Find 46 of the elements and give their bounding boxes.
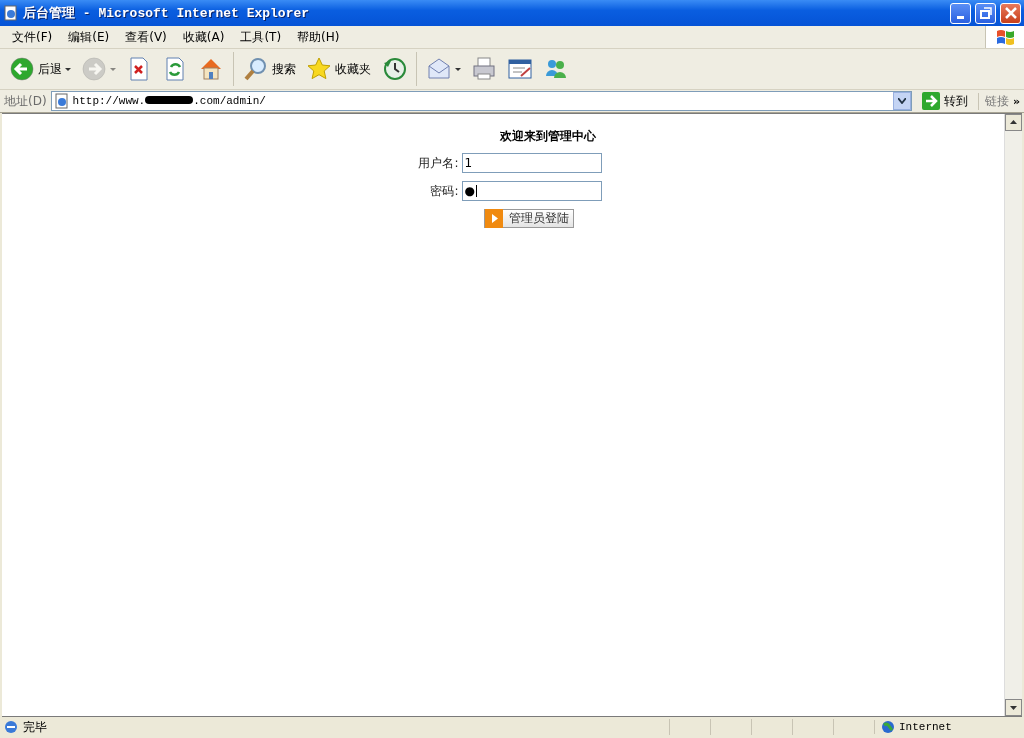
address-field[interactable]: http://www. .com/admin/ [50,91,912,111]
menu-item[interactable]: 查看(V) [117,28,175,46]
favorites-button[interactable]: 收藏夹 [303,54,374,84]
notepad-icon [507,56,533,82]
password-field[interactable]: ● [461,181,602,201]
menu-item[interactable]: 编辑(E) [60,28,118,46]
globe-icon [881,720,895,734]
zone-label: Internet [899,721,952,733]
go-button[interactable]: 转到 [915,92,974,110]
star-icon [306,56,332,82]
scroll-up-icon[interactable] [1005,114,1022,131]
field-label: 密码: [429,182,459,200]
clock-icon [381,56,407,82]
field-label: 用户名: [417,154,459,172]
page-icon [53,93,70,109]
more-chevron[interactable]: » [1012,94,1020,108]
search-button[interactable]: 搜索 [240,54,299,84]
caret-icon [65,67,71,71]
app-icon [3,5,19,21]
menu-item[interactable]: 帮助(H) [289,28,348,46]
arrow-right-icon [921,92,940,110]
page-heading: 欢迎来到管理中心 [500,128,596,145]
menu-item[interactable]: 收藏(A) [174,28,233,46]
window-title: 后台管理 - Microsoft Internet Explorer [23,5,311,22]
scrollbar[interactable] [1004,114,1022,716]
username-field[interactable]: 1 [461,153,602,173]
printer-icon [471,56,497,82]
links-label[interactable]: 链接 [977,92,1009,110]
status-text: 完毕 [23,718,47,736]
restore-button[interactable] [975,2,996,24]
envelope-icon [426,56,452,82]
caret-icon [110,67,116,71]
restore-icon [978,6,993,20]
minimize-button[interactable] [950,2,971,24]
close-button[interactable] [1000,2,1021,24]
address-label: 地址(D) [4,92,47,110]
caret-icon [455,67,461,71]
menu-item[interactable]: 文件(F) [4,28,61,46]
magnifier-icon [243,56,269,82]
close-icon [1003,6,1018,20]
minimize-icon [957,15,964,19]
menu-item[interactable]: 工具(T) [232,28,290,46]
flag-logo-icon [995,28,1015,46]
back-button[interactable]: 后退 [6,54,74,84]
login-button[interactable]: 管理员登陆 [484,209,574,228]
scroll-down-icon[interactable] [1005,699,1022,716]
